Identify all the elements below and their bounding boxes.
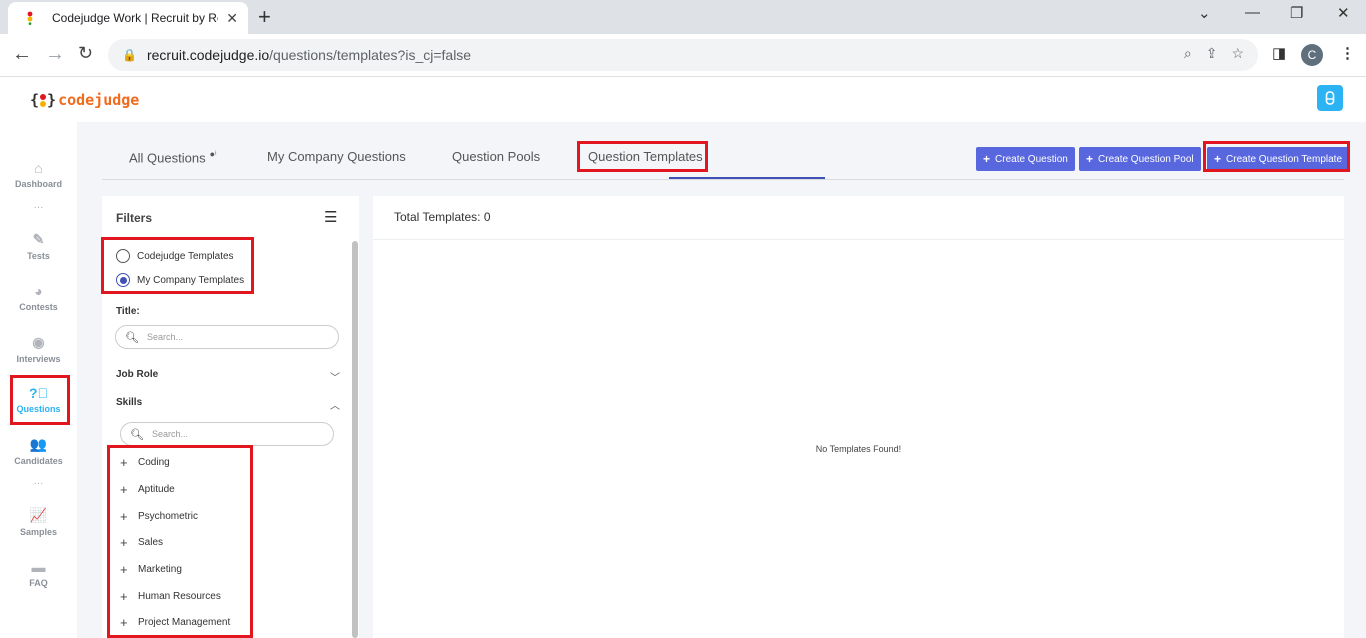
sidebar-item-samples[interactable]: 📈 Samples bbox=[0, 507, 77, 537]
skills-section[interactable]: Skills ︿ bbox=[116, 397, 340, 412]
section-label: Skills bbox=[116, 397, 143, 408]
tab-label: My Company Questions bbox=[267, 149, 406, 164]
search-placeholder: Search... bbox=[146, 332, 183, 342]
sidebar-item-dashboard[interactable]: ⌂ Dashboard bbox=[0, 160, 77, 189]
section-label: Job Role bbox=[116, 369, 159, 380]
sidebar-item-label: FAQ bbox=[29, 578, 48, 588]
close-tab-icon[interactable]: ✕ bbox=[226, 10, 238, 27]
pie-chart-icon: ◕ bbox=[34, 283, 43, 299]
podcast-icon: ◉ bbox=[32, 334, 45, 350]
sidebar-item-label: Dashboard bbox=[14, 179, 62, 189]
sidebar-item-faq[interactable]: ▬ FAQ bbox=[0, 559, 77, 588]
create-question-pool-button[interactable]: + Create Question Pool bbox=[1079, 147, 1201, 171]
new-tab-icon[interactable]: + bbox=[258, 4, 271, 30]
forward-icon[interactable]: → bbox=[45, 43, 65, 66]
favicon-icon bbox=[22, 11, 38, 25]
chevron-up-icon[interactable]: ︿ bbox=[330, 397, 340, 412]
templates-header: Total Templates: 0 bbox=[373, 196, 1344, 240]
skills-search-input[interactable]: 🔍︎ Search... bbox=[120, 422, 334, 446]
minimize-icon[interactable]: — bbox=[1245, 4, 1260, 21]
close-window-icon[interactable]: ✕ bbox=[1337, 4, 1350, 22]
title-filter-label: Title: bbox=[116, 306, 140, 317]
search-placeholder: Search... bbox=[151, 429, 188, 439]
pencil-icon: ✎ bbox=[32, 231, 45, 247]
sidebar-item-label: Samples bbox=[19, 527, 58, 537]
logo-brace-left: { bbox=[30, 91, 40, 109]
search-icon: 🔍︎ bbox=[130, 428, 144, 441]
empty-state-message: No Templates Found! bbox=[815, 444, 902, 454]
highlight-box bbox=[1203, 141, 1350, 172]
sidebar-divider: ··· bbox=[33, 478, 44, 489]
logo-brace-right: } bbox=[47, 91, 57, 109]
sidebar-item-label: Contests bbox=[19, 302, 58, 312]
templates-panel: Total Templates: 0 No Templates Found! bbox=[373, 196, 1344, 638]
button-label: Create Question Pool bbox=[1098, 153, 1194, 165]
address-toolbar: ← → ↻ 🔒 recruit.codejudge.io /questions/… bbox=[0, 34, 1366, 77]
search-icon: 🔍︎ bbox=[125, 331, 139, 344]
chrome-menu-icon[interactable]: ⋮ bbox=[1340, 44, 1355, 62]
browser-tab-strip: Codejudge Work | Recruit by Rea ✕ + ⌄ — … bbox=[0, 0, 1366, 34]
hamburger-menu-icon[interactable]: ☰ bbox=[324, 208, 337, 226]
title-search-input[interactable]: 🔍︎ Search... bbox=[115, 325, 339, 349]
tab-label: All Questions bbox=[129, 150, 206, 166]
sidebar-item-candidates[interactable]: 👥 Candidates bbox=[0, 436, 77, 466]
tab-search-icon[interactable]: ⌄ bbox=[1198, 4, 1211, 22]
highlight-box bbox=[107, 445, 253, 638]
tab-question-pools[interactable]: Question Pools bbox=[452, 149, 540, 164]
highlight-box bbox=[577, 141, 708, 172]
tab-all-questions[interactable]: All Questions ●ⁱ bbox=[129, 149, 217, 165]
back-icon[interactable]: ← bbox=[12, 43, 32, 66]
traffic-light-icon bbox=[40, 93, 47, 107]
sidebar-item-label: Interviews bbox=[16, 354, 61, 364]
button-label: Create Question bbox=[995, 153, 1068, 165]
url-path: /questions/templates?is_cj=false bbox=[269, 47, 472, 63]
plus-icon: + bbox=[1086, 152, 1094, 166]
active-tab-indicator bbox=[669, 177, 825, 179]
address-bar[interactable]: 🔒 recruit.codejudge.io /questions/templa… bbox=[108, 39, 1258, 71]
sidebar-item-label: Candidates bbox=[14, 456, 63, 466]
side-panel-icon[interactable]: ◨ bbox=[1272, 44, 1286, 62]
share-icon[interactable]: ⇪ bbox=[1206, 45, 1218, 62]
sidebar-divider: ··· bbox=[33, 202, 44, 213]
reload-icon[interactable]: ↻ bbox=[78, 43, 93, 64]
zoom-icon[interactable]: ⌕ bbox=[1184, 45, 1192, 62]
user-account-button[interactable] bbox=[1317, 85, 1343, 111]
app-header: { } codejudge bbox=[0, 77, 1366, 122]
browser-tab[interactable]: Codejudge Work | Recruit by Rea ✕ bbox=[8, 2, 248, 34]
filters-title: Filters bbox=[116, 211, 153, 225]
chat-icon: ▬ bbox=[31, 559, 46, 575]
total-templates-count: Total Templates: 0 bbox=[394, 210, 491, 224]
create-question-button[interactable]: + Create Question bbox=[976, 147, 1075, 171]
bookmark-star-icon[interactable]: ☆ bbox=[1231, 45, 1244, 62]
info-icon: ●ⁱ bbox=[209, 149, 217, 159]
logo-text: codejudge bbox=[58, 91, 140, 109]
highlight-box bbox=[101, 237, 254, 294]
profile-avatar[interactable]: C bbox=[1301, 44, 1323, 66]
sidebar-item-label: Tests bbox=[27, 251, 50, 261]
user-icon bbox=[1325, 91, 1335, 105]
plus-icon: + bbox=[983, 152, 991, 166]
home-icon: ⌂ bbox=[34, 160, 43, 176]
users-icon: 👥 bbox=[29, 436, 48, 452]
sidebar-item-tests[interactable]: ✎ Tests bbox=[0, 231, 77, 261]
browser-tab-title: Codejudge Work | Recruit by Rea bbox=[52, 11, 219, 25]
chevron-down-icon[interactable]: ﹀ bbox=[330, 369, 340, 384]
filters-scrollbar[interactable] bbox=[352, 241, 358, 638]
left-sidebar: ⌂ Dashboard ··· ✎ Tests ◕ Contests ◉ Int… bbox=[0, 122, 77, 638]
job-role-section[interactable]: Job Role ﹀ bbox=[116, 369, 340, 384]
sidebar-item-contests[interactable]: ◕ Contests bbox=[0, 283, 77, 312]
lock-icon: 🔒 bbox=[122, 48, 137, 62]
line-chart-icon: 📈 bbox=[29, 507, 48, 523]
tab-label: Question Pools bbox=[452, 149, 541, 164]
highlight-box bbox=[10, 375, 70, 425]
sidebar-item-interviews[interactable]: ◉ Interviews bbox=[0, 334, 77, 364]
restore-icon[interactable]: ❐ bbox=[1290, 4, 1303, 22]
tab-my-company-questions[interactable]: My Company Questions bbox=[267, 149, 406, 164]
codejudge-logo[interactable]: { } codejudge bbox=[30, 91, 139, 109]
url-host: recruit.codejudge.io bbox=[146, 47, 270, 63]
